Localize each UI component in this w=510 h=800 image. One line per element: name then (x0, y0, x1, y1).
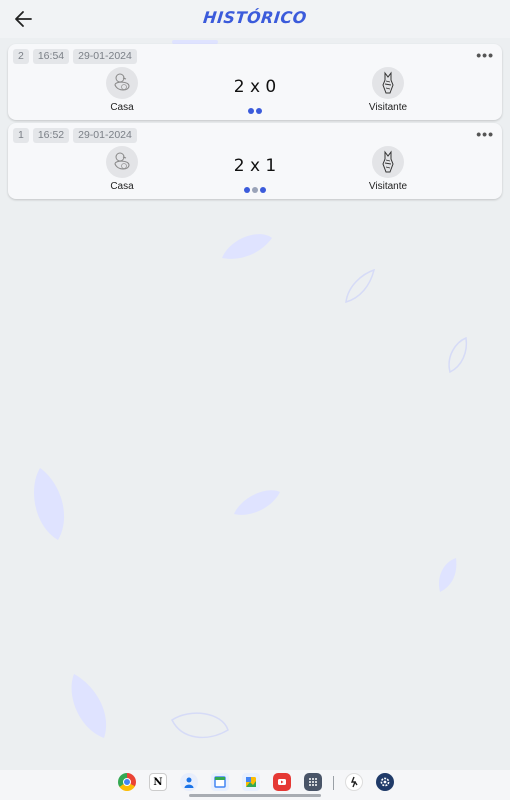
home-indicator[interactable] (189, 794, 321, 797)
leaf-shape (222, 234, 272, 259)
background-leaves (34, 40, 468, 739)
leaf-shape (171, 712, 229, 739)
chrome-icon[interactable] (118, 773, 136, 791)
goal-dot (244, 187, 250, 193)
leaf-shape (448, 336, 468, 374)
app-drawer-icon[interactable] (304, 773, 322, 791)
gallery-icon[interactable] (242, 773, 260, 791)
match-card[interactable]: 2 16:54 29-01-2024 ••• Casa 2 x 0 Visita… (8, 44, 502, 120)
calendar-icon[interactable] (211, 773, 229, 791)
away-team: Visitante (348, 67, 428, 113)
notion-icon[interactable]: N (149, 773, 167, 791)
more-options-icon[interactable]: ••• (476, 47, 494, 63)
tiger-icon (382, 150, 394, 173)
goal-dot (256, 108, 262, 114)
match-meta: 1 16:52 29-01-2024 (13, 128, 137, 143)
leaf-shape (438, 558, 457, 592)
goal-dot (252, 187, 258, 193)
more-options-icon[interactable]: ••• (476, 126, 494, 142)
dock-divider (333, 776, 334, 790)
leaf-shape (234, 490, 280, 515)
match-time-badge: 16:54 (32, 49, 70, 64)
match-date-badge: 29-01-2024 (73, 128, 137, 143)
goal-dot (260, 187, 266, 193)
match-time-badge: 16:52 (32, 128, 70, 143)
match-card[interactable]: 1 16:52 29-01-2024 ••• Casa 2 x 1 Visita… (8, 123, 502, 199)
away-team-logo (372, 146, 404, 178)
goal-indicator (8, 187, 502, 193)
match-date-badge: 29-01-2024 (73, 49, 137, 64)
match-number-badge: 1 (13, 128, 29, 143)
match-number-badge: 2 (13, 49, 29, 64)
youtube-icon[interactable] (273, 773, 291, 791)
settings-icon[interactable] (376, 773, 394, 791)
leaf-shape (71, 674, 107, 738)
match-meta: 2 16:54 29-01-2024 (13, 49, 137, 64)
goal-dot (248, 108, 254, 114)
away-team: Visitante (348, 146, 428, 192)
away-team-logo (372, 67, 404, 99)
app-bar: HISTÓRICO (0, 0, 510, 38)
leaf-shape (345, 268, 376, 304)
page-title: HISTÓRICO (202, 8, 308, 27)
contacts-icon[interactable] (180, 773, 198, 791)
running-app-icon[interactable] (345, 773, 363, 791)
leaf-shape (34, 468, 65, 540)
goal-indicator (8, 108, 502, 114)
tiger-icon (382, 71, 394, 94)
